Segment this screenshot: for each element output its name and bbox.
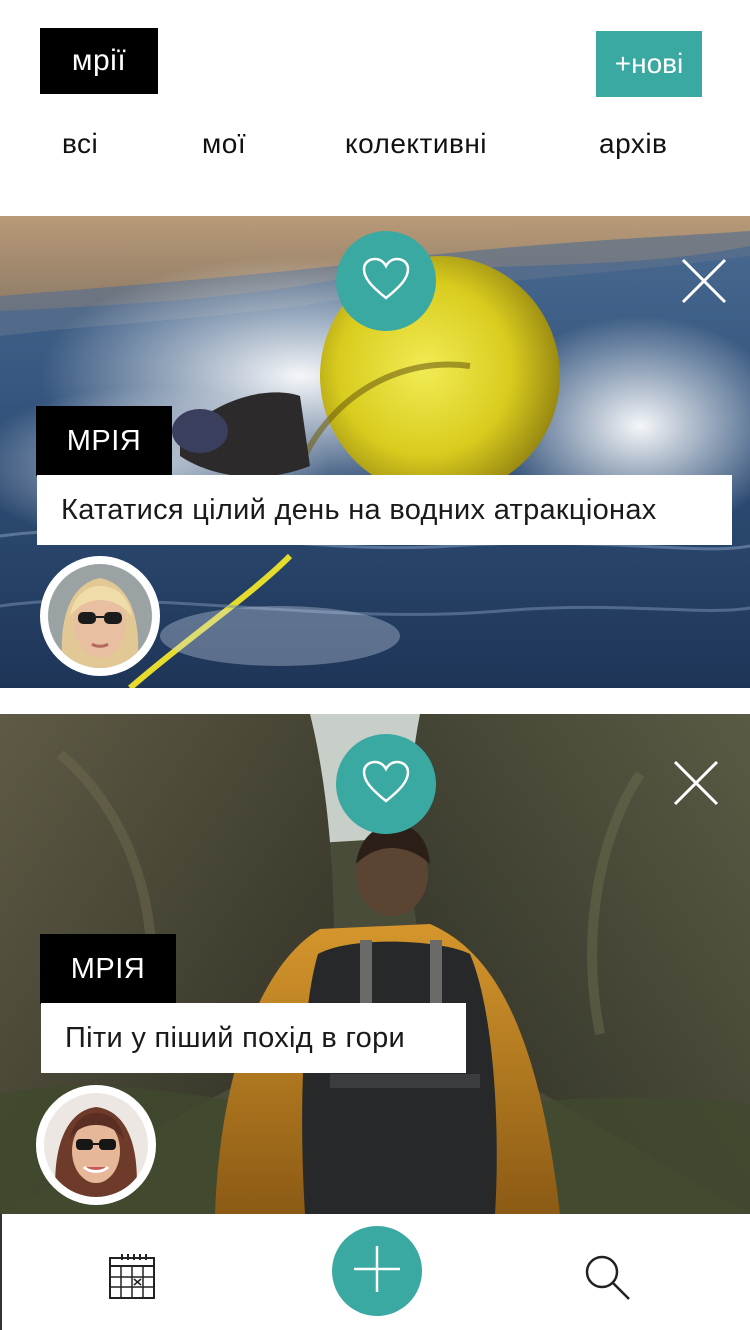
search-icon [582,1255,632,1306]
like-button[interactable] [336,734,436,834]
add-dream-button[interactable] [332,1226,422,1316]
tab-archive[interactable]: архів [599,128,667,160]
tab-all[interactable]: всі [62,128,98,160]
search-button[interactable] [582,1252,632,1302]
tab-collective[interactable]: колективні [345,128,487,160]
new-dreams-button[interactable]: +нові [596,31,702,97]
filter-tabs: всі мої колективні архів [0,128,750,168]
author-avatar[interactable] [40,556,160,676]
dream-tag: МРІЯ [36,406,172,476]
heart-icon [361,256,411,307]
dream-title: Піти у піший похід в гори [41,1003,466,1073]
woman-sunglasses-photo [44,1093,148,1197]
dream-tag: МРІЯ [40,934,176,1004]
dream-card[interactable]: МРІЯ Кататися цілий день на водних атрак… [0,216,750,688]
like-button[interactable] [336,231,436,331]
dream-card[interactable]: МРІЯ Піти у піший похід в гори [0,714,750,1214]
close-button[interactable] [680,257,728,305]
tab-mine[interactable]: мої [202,128,246,160]
close-icon [672,760,720,811]
app-header: мрії +нові всі мої колективні архів [0,0,750,216]
calendar-icon [108,1254,156,1304]
plus-icon [352,1244,402,1299]
woman-sunglasses-photo [48,564,152,668]
dream-title: Кататися цілий день на водних атракціона… [37,475,732,545]
close-icon [680,258,728,309]
calendar-button[interactable] [108,1252,156,1300]
bottom-navigation [0,1214,750,1330]
author-avatar[interactable] [36,1085,156,1205]
heart-icon [361,759,411,810]
app-logo: мрії [40,28,158,94]
close-button[interactable] [672,759,720,807]
